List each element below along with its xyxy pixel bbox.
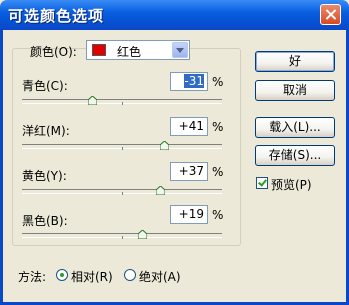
yellow-percent: % xyxy=(212,165,224,179)
yellow-label: 黄色(Y): xyxy=(22,169,67,183)
magenta-slider-thumb[interactable] xyxy=(160,141,169,150)
method-label: 方法: xyxy=(18,270,47,284)
magenta-label: 洋红(M): xyxy=(22,124,70,138)
cancel-button[interactable]: 取消 xyxy=(255,80,335,101)
cyan-value: -31 xyxy=(184,74,204,88)
chevron-down-icon[interactable] xyxy=(172,42,188,58)
ok-button[interactable]: 好 xyxy=(255,51,335,72)
black-percent: % xyxy=(212,208,224,222)
magenta-value: +41 xyxy=(178,119,204,133)
colors-selected: 红色 xyxy=(117,45,142,59)
magenta-center-tick xyxy=(122,147,123,150)
magenta-percent: % xyxy=(212,120,224,134)
colors-label: 颜色(O): xyxy=(30,45,77,59)
relative-label: 相对(R) xyxy=(71,270,113,284)
cyan-percent: % xyxy=(212,75,224,89)
black-value: +19 xyxy=(178,207,204,221)
black-center-tick xyxy=(122,236,123,239)
yellow-center-tick xyxy=(122,192,123,195)
preview-checkbox[interactable] xyxy=(256,177,268,189)
absolute-radio[interactable] xyxy=(124,269,136,281)
close-icon[interactable] xyxy=(320,4,341,25)
title-bar: 可选颜色选项 xyxy=(0,0,349,30)
magenta-input[interactable]: +41 xyxy=(170,117,208,136)
cyan-slider-thumb[interactable] xyxy=(88,96,97,105)
colors-dropdown[interactable]: 红色 xyxy=(86,40,190,60)
yellow-value: +37 xyxy=(178,164,204,178)
black-input[interactable]: +19 xyxy=(170,205,208,224)
window-title: 可选颜色选项 xyxy=(8,7,105,25)
preview-label: 预览(P) xyxy=(271,178,312,192)
cyan-label: 青色(C): xyxy=(22,79,68,93)
cyan-center-tick xyxy=(122,102,123,105)
absolute-label: 绝对(A) xyxy=(139,270,181,284)
load-button[interactable]: 载入(L)... xyxy=(255,117,335,138)
save-button[interactable]: 存储(S)... xyxy=(255,145,335,166)
yellow-input[interactable]: +37 xyxy=(170,162,208,181)
black-slider-thumb[interactable] xyxy=(138,230,147,239)
relative-radio[interactable] xyxy=(56,269,68,281)
yellow-slider-thumb[interactable] xyxy=(156,186,165,195)
color-swatch xyxy=(92,44,106,56)
cyan-input[interactable]: -31 xyxy=(170,72,208,91)
black-label: 黑色(B): xyxy=(22,214,68,228)
